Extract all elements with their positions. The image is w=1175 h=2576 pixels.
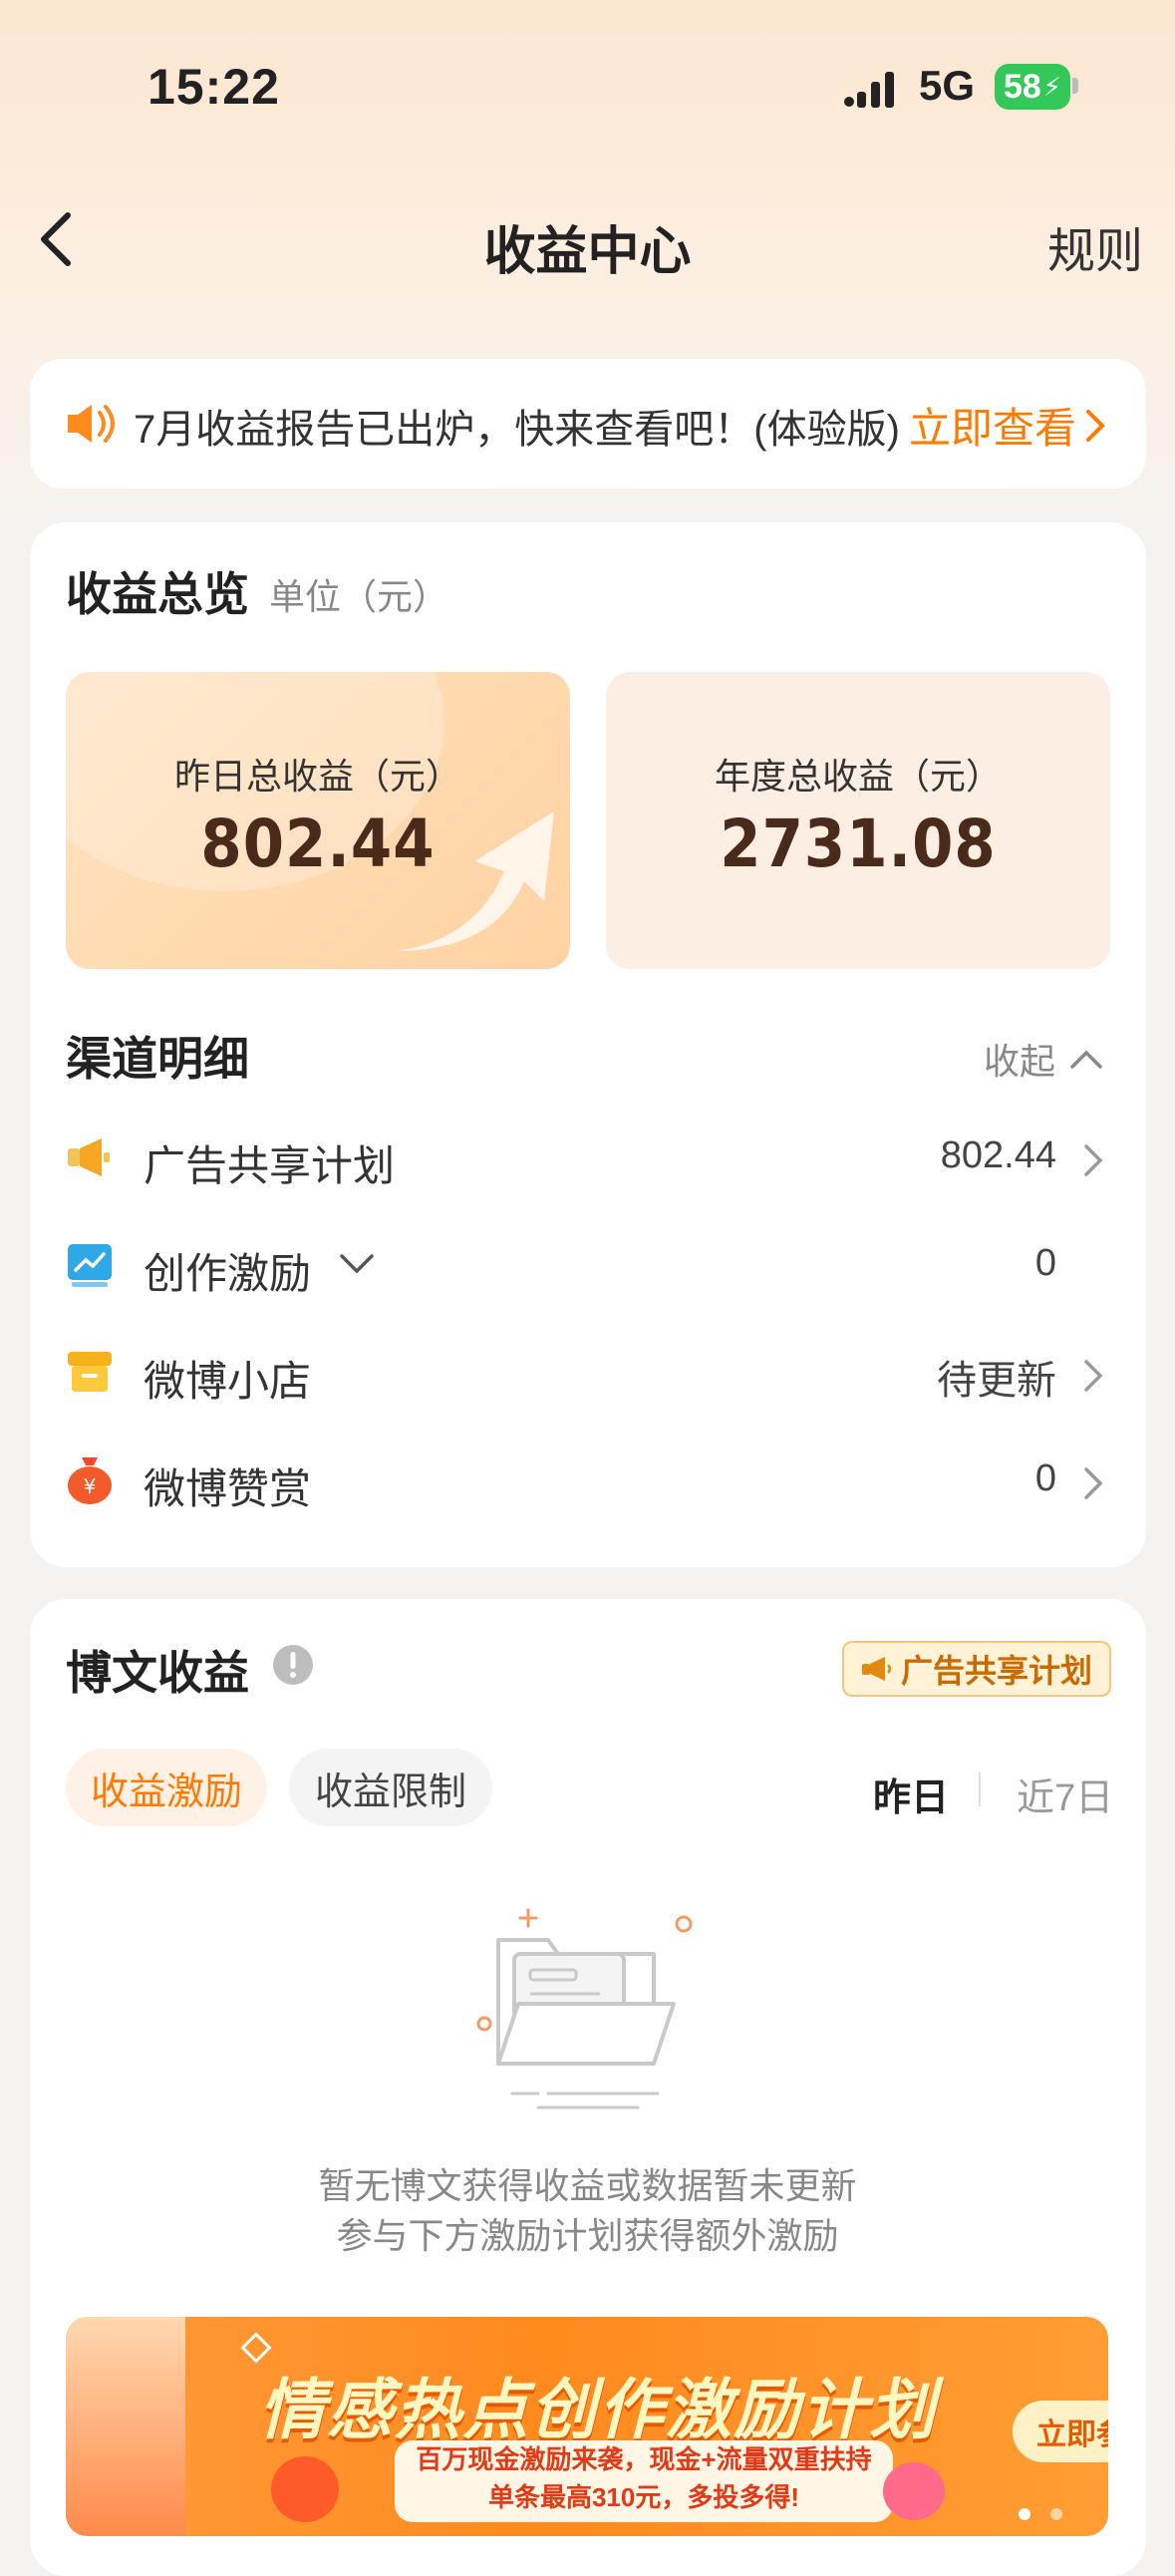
- speaker-icon: [68, 405, 115, 443]
- banner-subtitle-line1: 百万现金激励来袭，现金+流量双重扶持: [416, 2444, 872, 2474]
- money-bag-icon: ¥: [68, 1457, 112, 1504]
- battery-indicator: 58 ⚡: [995, 64, 1070, 110]
- channel-row-weibo-shop[interactable]: 微博小店 待更新: [66, 1342, 1112, 1405]
- banner-subtitle-line2: 单条最高310元，多投多得!: [487, 2482, 800, 2512]
- megaphone-icon: [861, 1657, 892, 1681]
- chart-icon: [68, 1244, 112, 1287]
- page-title: 收益中心: [483, 223, 692, 281]
- collapse-label: 收起: [983, 1041, 1055, 1082]
- chevron-right-icon: [1084, 1467, 1103, 1499]
- battery-cap: [1072, 78, 1078, 94]
- view-now-link[interactable]: 立即查看: [909, 395, 1106, 456]
- ad-share-plan-badge[interactable]: 广告共享计划: [842, 1641, 1111, 1697]
- chevron-right-icon: [1084, 1360, 1103, 1392]
- status-time: 15:22: [147, 59, 280, 115]
- empty-folder-icon: [476, 1908, 693, 2109]
- overview-title: 收益总览: [66, 568, 249, 620]
- tab-incentive[interactable]: 收益激励: [66, 1749, 267, 1826]
- year-label: 年度总收益（元）: [714, 756, 1002, 797]
- empty-message-line2: 参与下方激励计划获得额外激励: [336, 2215, 839, 2256]
- yesterday-earnings-tile[interactable]: 昨日总收益（元） 802.44: [66, 672, 570, 969]
- channel-label: 微博赞赏: [144, 1465, 312, 1512]
- channel-label: 广告共享计划: [144, 1142, 396, 1189]
- carousel-dot-active: [1019, 2508, 1030, 2520]
- banner-left-art: [66, 2317, 185, 2536]
- rules-link[interactable]: 规则: [1047, 211, 1143, 281]
- chevron-up-icon: [1070, 1050, 1102, 1069]
- ad-badge-label: 广告共享计划: [900, 1653, 1092, 1689]
- channel-row-weibo-tip[interactable]: ¥ 微博赞赏 0: [66, 1449, 1112, 1512]
- notice-text: 7月收益报告已出炉，快来查看吧！(体验版): [134, 408, 900, 452]
- chevron-down-icon[interactable]: [339, 1252, 375, 1276]
- unit-label: 单位（元）: [269, 576, 449, 617]
- channel-row-creation-incentive[interactable]: 创作激励 0: [66, 1234, 1112, 1297]
- channel-label: 创作激励: [144, 1250, 312, 1297]
- report-notice-bar[interactable]: 7月收益报告已出炉，快来查看吧！(体验版) 立即查看: [30, 359, 1146, 488]
- channel-row-ad-share[interactable]: 广告共享计划 802.44: [66, 1127, 1112, 1189]
- banner-subtitle: 百万现金激励来袭，现金+流量双重扶持 单条最高310元，多投多得!: [395, 2440, 893, 2522]
- svg-text:¥: ¥: [84, 1474, 97, 1498]
- shop-icon: [68, 1352, 112, 1392]
- channel-value: 0: [1034, 1457, 1056, 1499]
- signal-icon: [844, 72, 894, 108]
- banner-title: 情感热点创作激励计划: [259, 2373, 937, 2446]
- info-icon[interactable]: [271, 1643, 315, 1687]
- tab-limits[interactable]: 收益限制: [289, 1749, 492, 1826]
- battery-level: 58: [1003, 67, 1041, 106]
- channel-label: 微博小店: [144, 1358, 312, 1405]
- channel-value: 0: [1034, 1242, 1056, 1284]
- period-yesterday[interactable]: 昨日: [873, 1767, 949, 1821]
- view-now-label: 立即查看: [908, 405, 1076, 452]
- chevron-right-icon: [1086, 409, 1105, 442]
- incentive-plan-banner[interactable]: 情感热点创作激励计划 百万现金激励来袭，现金+流量双重扶持 单条最高310元，多…: [66, 2317, 1108, 2536]
- yesterday-value: 802.44: [200, 805, 436, 882]
- period-divider: [979, 1772, 981, 1806]
- network-type: 5G: [919, 62, 976, 109]
- banner-join-button[interactable]: 立即参: [1013, 2401, 1108, 2462]
- charging-icon: ⚡: [1042, 71, 1062, 102]
- yesterday-label: 昨日总收益（元）: [173, 756, 461, 797]
- carousel-dot: [1050, 2508, 1062, 2520]
- chevron-right-icon: [1084, 1144, 1103, 1176]
- collapse-toggle[interactable]: 收起: [984, 1033, 1103, 1085]
- empty-message-line1: 暂无博文获得收益或数据暂未更新: [318, 2165, 857, 2206]
- mascot-right-icon: [883, 2462, 945, 2520]
- channel-value: 待更新: [937, 1359, 1056, 1403]
- channels-title: 渠道明细: [66, 1033, 249, 1085]
- post-earnings-title: 博文收益: [66, 1647, 249, 1699]
- annual-earnings-tile[interactable]: 年度总收益（元） 2731.08: [606, 672, 1110, 969]
- megaphone-icon: [68, 1138, 110, 1176]
- channel-value: 802.44: [940, 1134, 1056, 1176]
- year-value: 2731.08: [720, 805, 997, 882]
- mascot-left-icon: [271, 2456, 339, 2522]
- period-last-7-days[interactable]: 近7日: [1017, 1767, 1113, 1821]
